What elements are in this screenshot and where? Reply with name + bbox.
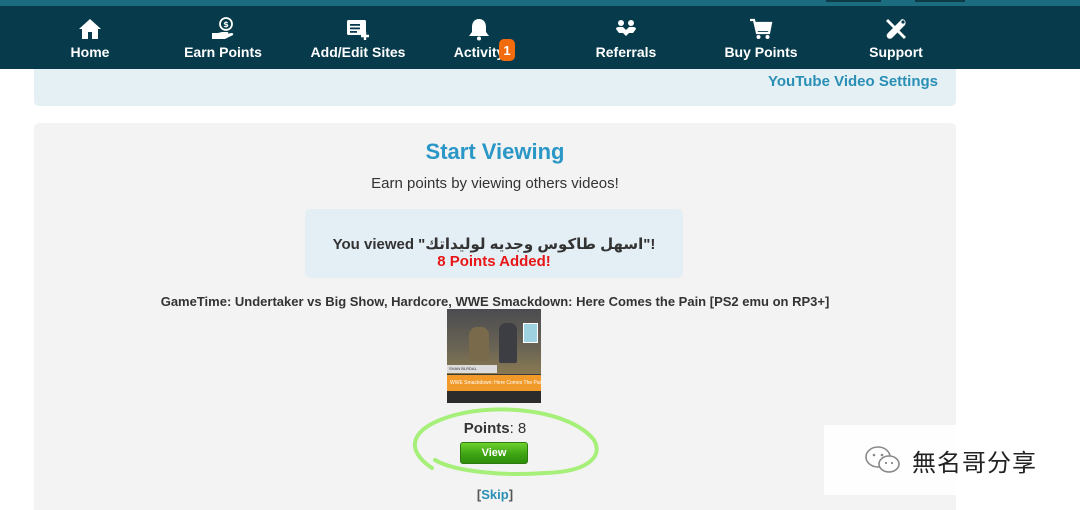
youtube-video-settings-link[interactable]: YouTube Video Settings — [768, 73, 938, 90]
nav-item-support[interactable]: Support — [831, 6, 961, 69]
nav-label: Add/Edit Sites — [310, 44, 406, 60]
earn-points-icon: $ — [212, 17, 234, 39]
view-button[interactable]: View — [460, 442, 528, 464]
nav-label: Home — [70, 44, 110, 60]
viewed-video-title: اسهل طاكوس وجديه لوليداتك — [425, 236, 644, 253]
svg-text:$: $ — [223, 20, 229, 29]
nav-label: Support — [869, 44, 923, 60]
watermark-text: 無名哥分享 — [912, 449, 1037, 477]
thumbnail-figure — [499, 323, 517, 363]
points-value: : 8 — [509, 420, 527, 437]
main-navbar: Home $ Earn Points Add/Edit Sites Activi… — [0, 6, 1080, 69]
points-readout: Points: 8 — [34, 420, 956, 437]
viewed-notice: You viewed "اسهل طاكوس وجديه لوليداتك"! … — [305, 209, 683, 278]
nav-item-activity[interactable]: Activity 1 — [414, 6, 544, 69]
video-title: GameTime: Undertaker vs Big Show, Hardco… — [160, 294, 830, 309]
watermark: 無名哥分享 — [824, 425, 1080, 495]
thumbnail-banner: WWE Smackdown: Here Comes The Pain — [447, 375, 541, 391]
top-strip-tab — [826, 0, 881, 2]
skip-control: [Skip] — [34, 487, 956, 502]
thumbnail-bottom-bar — [447, 391, 541, 403]
nav-item-home[interactable]: Home — [25, 6, 155, 69]
wechat-icon — [865, 446, 900, 473]
page-title: Start Viewing — [425, 139, 565, 164]
page-subtitle: Earn points by viewing others videos! — [371, 175, 619, 192]
nav-item-buy-points[interactable]: Buy Points — [696, 6, 826, 69]
top-strip-tab — [915, 0, 965, 2]
thumbnail-figure — [469, 327, 489, 361]
bell-icon — [469, 19, 489, 41]
add-edit-sites-icon — [347, 20, 369, 40]
thumbnail-strip: SHAN BLRDAL WRESTLE — [447, 365, 497, 379]
video-thumbnail[interactable]: SHAN BLRDAL WRESTLE WWE Smackdown: Here … — [447, 309, 541, 403]
nav-item-referrals[interactable]: Referrals — [561, 6, 691, 69]
thumbnail-inset — [523, 323, 538, 343]
activity-count-badge: 1 — [499, 39, 515, 61]
home-icon — [79, 19, 101, 39]
points-label: Points — [463, 420, 510, 437]
nav-label: Earn Points — [184, 44, 262, 60]
support-tools-icon — [886, 19, 906, 39]
skip-bracket-close: ] — [508, 487, 514, 502]
cart-icon — [750, 18, 773, 39]
points-added-message: 8 Points Added! — [437, 253, 551, 270]
settings-panel: YouTube Video Settings — [34, 69, 956, 106]
nav-label: Buy Points — [724, 44, 798, 60]
start-viewing-panel: Start Viewing Earn points by viewing oth… — [34, 123, 956, 510]
nav-item-earn-points[interactable]: $ Earn Points — [158, 6, 288, 69]
viewed-message: You viewed "اسهل طاكوس وجديه لوليداتك"! — [305, 235, 683, 253]
skip-link[interactable]: Skip — [481, 487, 508, 502]
nav-item-add-edit-sites[interactable]: Add/Edit Sites — [293, 6, 423, 69]
referrals-icon — [616, 20, 636, 36]
viewed-prefix: You viewed " — [332, 236, 426, 253]
nav-label: Activity — [453, 44, 505, 60]
nav-label: Referrals — [595, 44, 657, 60]
viewed-suffix: "! — [643, 236, 656, 253]
